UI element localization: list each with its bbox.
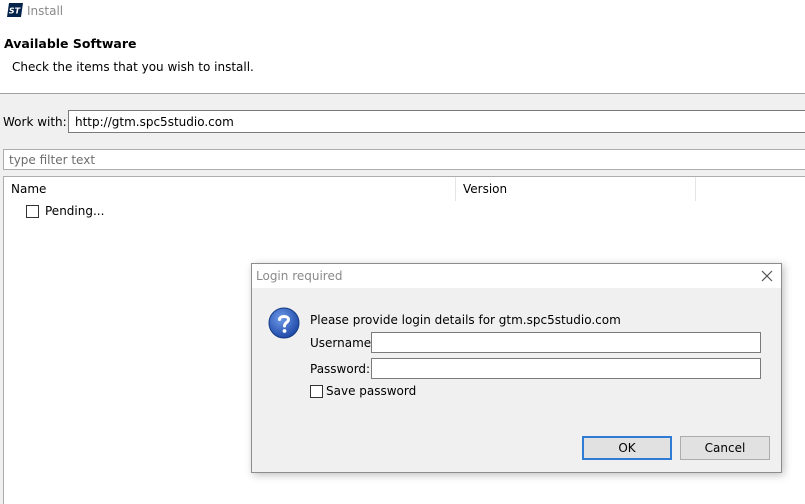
tree-row-label: Pending... bbox=[45, 204, 105, 218]
dialog-title: Login required bbox=[256, 269, 343, 283]
wizard-header: Available Software Check the items that … bbox=[0, 23, 805, 93]
svg-text:ST: ST bbox=[9, 7, 21, 16]
window-titlebar: ST Install bbox=[0, 0, 805, 23]
workwith-combo[interactable]: http://gtm.spc5studio.com bbox=[68, 110, 805, 133]
st-logo-icon: ST bbox=[7, 3, 23, 17]
filter-input[interactable]: type filter text bbox=[3, 149, 805, 170]
column-header-name[interactable]: Name bbox=[4, 177, 455, 201]
password-input[interactable] bbox=[371, 358, 761, 379]
close-icon[interactable] bbox=[759, 268, 775, 284]
question-icon bbox=[268, 307, 300, 339]
login-prompt: Please provide login details for gtm.spc… bbox=[310, 313, 621, 327]
username-input[interactable] bbox=[371, 332, 761, 353]
cancel-button[interactable]: Cancel bbox=[680, 436, 770, 460]
column-header-version[interactable]: Version bbox=[455, 177, 695, 201]
username-label: Username: bbox=[310, 336, 376, 350]
pending-checkbox[interactable] bbox=[26, 205, 39, 218]
window-title: Install bbox=[27, 4, 64, 18]
page-subtitle: Check the items that you wish to install… bbox=[12, 60, 254, 74]
save-password-label: Save password bbox=[326, 384, 417, 398]
ok-button[interactable]: OK bbox=[582, 436, 672, 460]
login-dialog: Login required Please provide login deta… bbox=[251, 263, 782, 473]
dialog-titlebar: Login required bbox=[252, 264, 781, 288]
workwith-label: Work with: bbox=[3, 115, 67, 129]
page-title: Available Software bbox=[4, 36, 137, 51]
column-header-blank bbox=[695, 177, 805, 201]
password-label: Password: bbox=[310, 362, 371, 376]
save-password-checkbox[interactable] bbox=[310, 385, 323, 398]
